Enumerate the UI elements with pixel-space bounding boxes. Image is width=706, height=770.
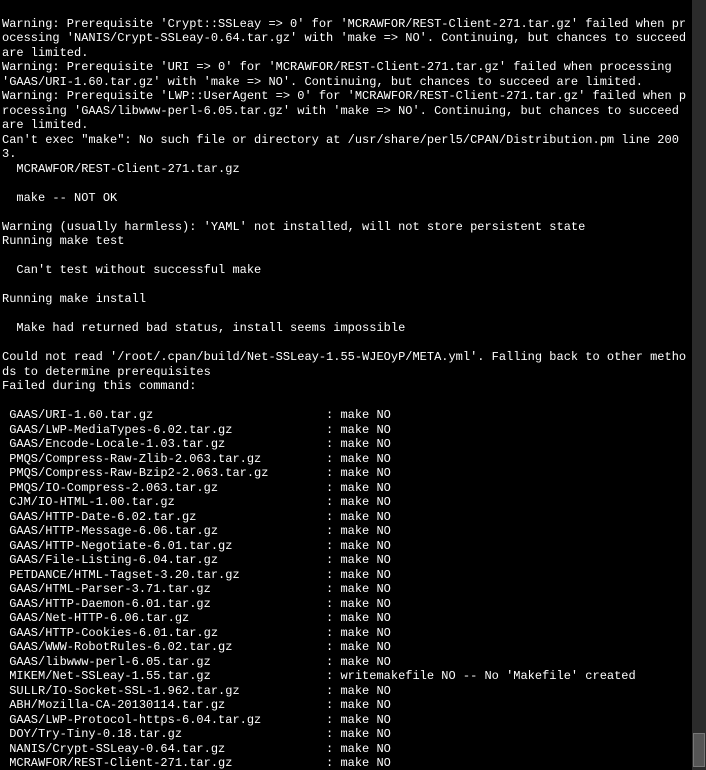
failed-package-list: GAAS/URI-1.60.tar.gz : make NO GAAS/LWP-… bbox=[2, 408, 692, 770]
failed-package-row: GAAS/HTTP-Daemon-6.01.tar.gz : make NO bbox=[2, 597, 692, 612]
failed-package-row: SULLR/IO-Socket-SSL-1.962.tar.gz : make … bbox=[2, 684, 692, 699]
cant-test-line: Can't test without successful make bbox=[2, 263, 692, 278]
meta-error-line: Could not read '/root/.cpan/build/Net-SS… bbox=[2, 350, 686, 379]
failed-package-row: PMQS/Compress-Raw-Bzip2-2.063.tar.gz : m… bbox=[2, 466, 692, 481]
failed-package-row: ABH/Mozilla-CA-20130114.tar.gz : make NO bbox=[2, 698, 692, 713]
failed-package-row: GAAS/File-Listing-6.04.tar.gz : make NO bbox=[2, 553, 692, 568]
failed-package-row: NANIS/Crypt-SSLeay-0.64.tar.gz : make NO bbox=[2, 742, 692, 757]
failed-package-row: GAAS/LWP-MediaTypes-6.02.tar.gz : make N… bbox=[2, 423, 692, 438]
failed-package-row: GAAS/WWW-RobotRules-6.02.tar.gz : make N… bbox=[2, 640, 692, 655]
failed-package-row: MIKEM/Net-SSLeay-1.55.tar.gz : writemake… bbox=[2, 669, 692, 684]
warning-line: Warning: Prerequisite 'Crypt::SSLeay => … bbox=[2, 17, 693, 60]
failed-package-row: GAAS/URI-1.60.tar.gz : make NO bbox=[2, 408, 692, 423]
running-test-line: Running make test bbox=[2, 234, 692, 249]
failed-package-row: GAAS/HTML-Parser-3.71.tar.gz : make NO bbox=[2, 582, 692, 597]
failed-package-row: CJM/IO-HTML-1.00.tar.gz : make NO bbox=[2, 495, 692, 510]
failed-package-row: MCRAWFOR/REST-Client-271.tar.gz : make N… bbox=[2, 756, 692, 770]
failed-package-row: GAAS/HTTP-Negotiate-6.01.tar.gz : make N… bbox=[2, 539, 692, 554]
failed-package-row: GAAS/HTTP-Message-6.06.tar.gz : make NO bbox=[2, 524, 692, 539]
warning-line: Warning: Prerequisite 'URI => 0' for 'MC… bbox=[2, 60, 679, 89]
failed-package-row: GAAS/LWP-Protocol-https-6.04.tar.gz : ma… bbox=[2, 713, 692, 728]
failed-package-row: GAAS/Net-HTTP-6.06.tar.gz : make NO bbox=[2, 611, 692, 626]
exec-error-line: Can't exec "make": No such file or direc… bbox=[2, 133, 679, 162]
yaml-warning-line: Warning (usually harmless): 'YAML' not i… bbox=[2, 220, 585, 234]
failed-package-row: PETDANCE/HTML-Tagset-3.20.tar.gz : make … bbox=[2, 568, 692, 583]
running-install-line: Running make install bbox=[2, 292, 692, 307]
failed-header-line: Failed during this command: bbox=[2, 379, 692, 394]
make-not-ok-line: make -- NOT OK bbox=[2, 191, 692, 206]
warning-line: Warning: Prerequisite 'LWP::UserAgent =>… bbox=[2, 89, 686, 132]
terminal-output[interactable]: Warning: Prerequisite 'Crypt::SSLeay => … bbox=[0, 0, 694, 770]
failed-package-row: GAAS/HTTP-Date-6.02.tar.gz : make NO bbox=[2, 510, 692, 525]
failed-package-row: GAAS/Encode-Locale-1.03.tar.gz : make NO bbox=[2, 437, 692, 452]
build-target-line: MCRAWFOR/REST-Client-271.tar.gz bbox=[2, 162, 692, 177]
failed-package-row: PMQS/Compress-Raw-Zlib-2.063.tar.gz : ma… bbox=[2, 452, 692, 467]
scrollbar-thumb[interactable] bbox=[693, 733, 705, 767]
failed-package-row: GAAS/HTTP-Cookies-6.01.tar.gz : make NO bbox=[2, 626, 692, 641]
scrollbar[interactable] bbox=[692, 0, 706, 770]
failed-package-row: PMQS/IO-Compress-2.063.tar.gz : make NO bbox=[2, 481, 692, 496]
failed-package-row: DOY/Try-Tiny-0.18.tar.gz : make NO bbox=[2, 727, 692, 742]
bad-status-line: Make had returned bad status, install se… bbox=[2, 321, 692, 336]
failed-package-row: GAAS/libwww-perl-6.05.tar.gz : make NO bbox=[2, 655, 692, 670]
